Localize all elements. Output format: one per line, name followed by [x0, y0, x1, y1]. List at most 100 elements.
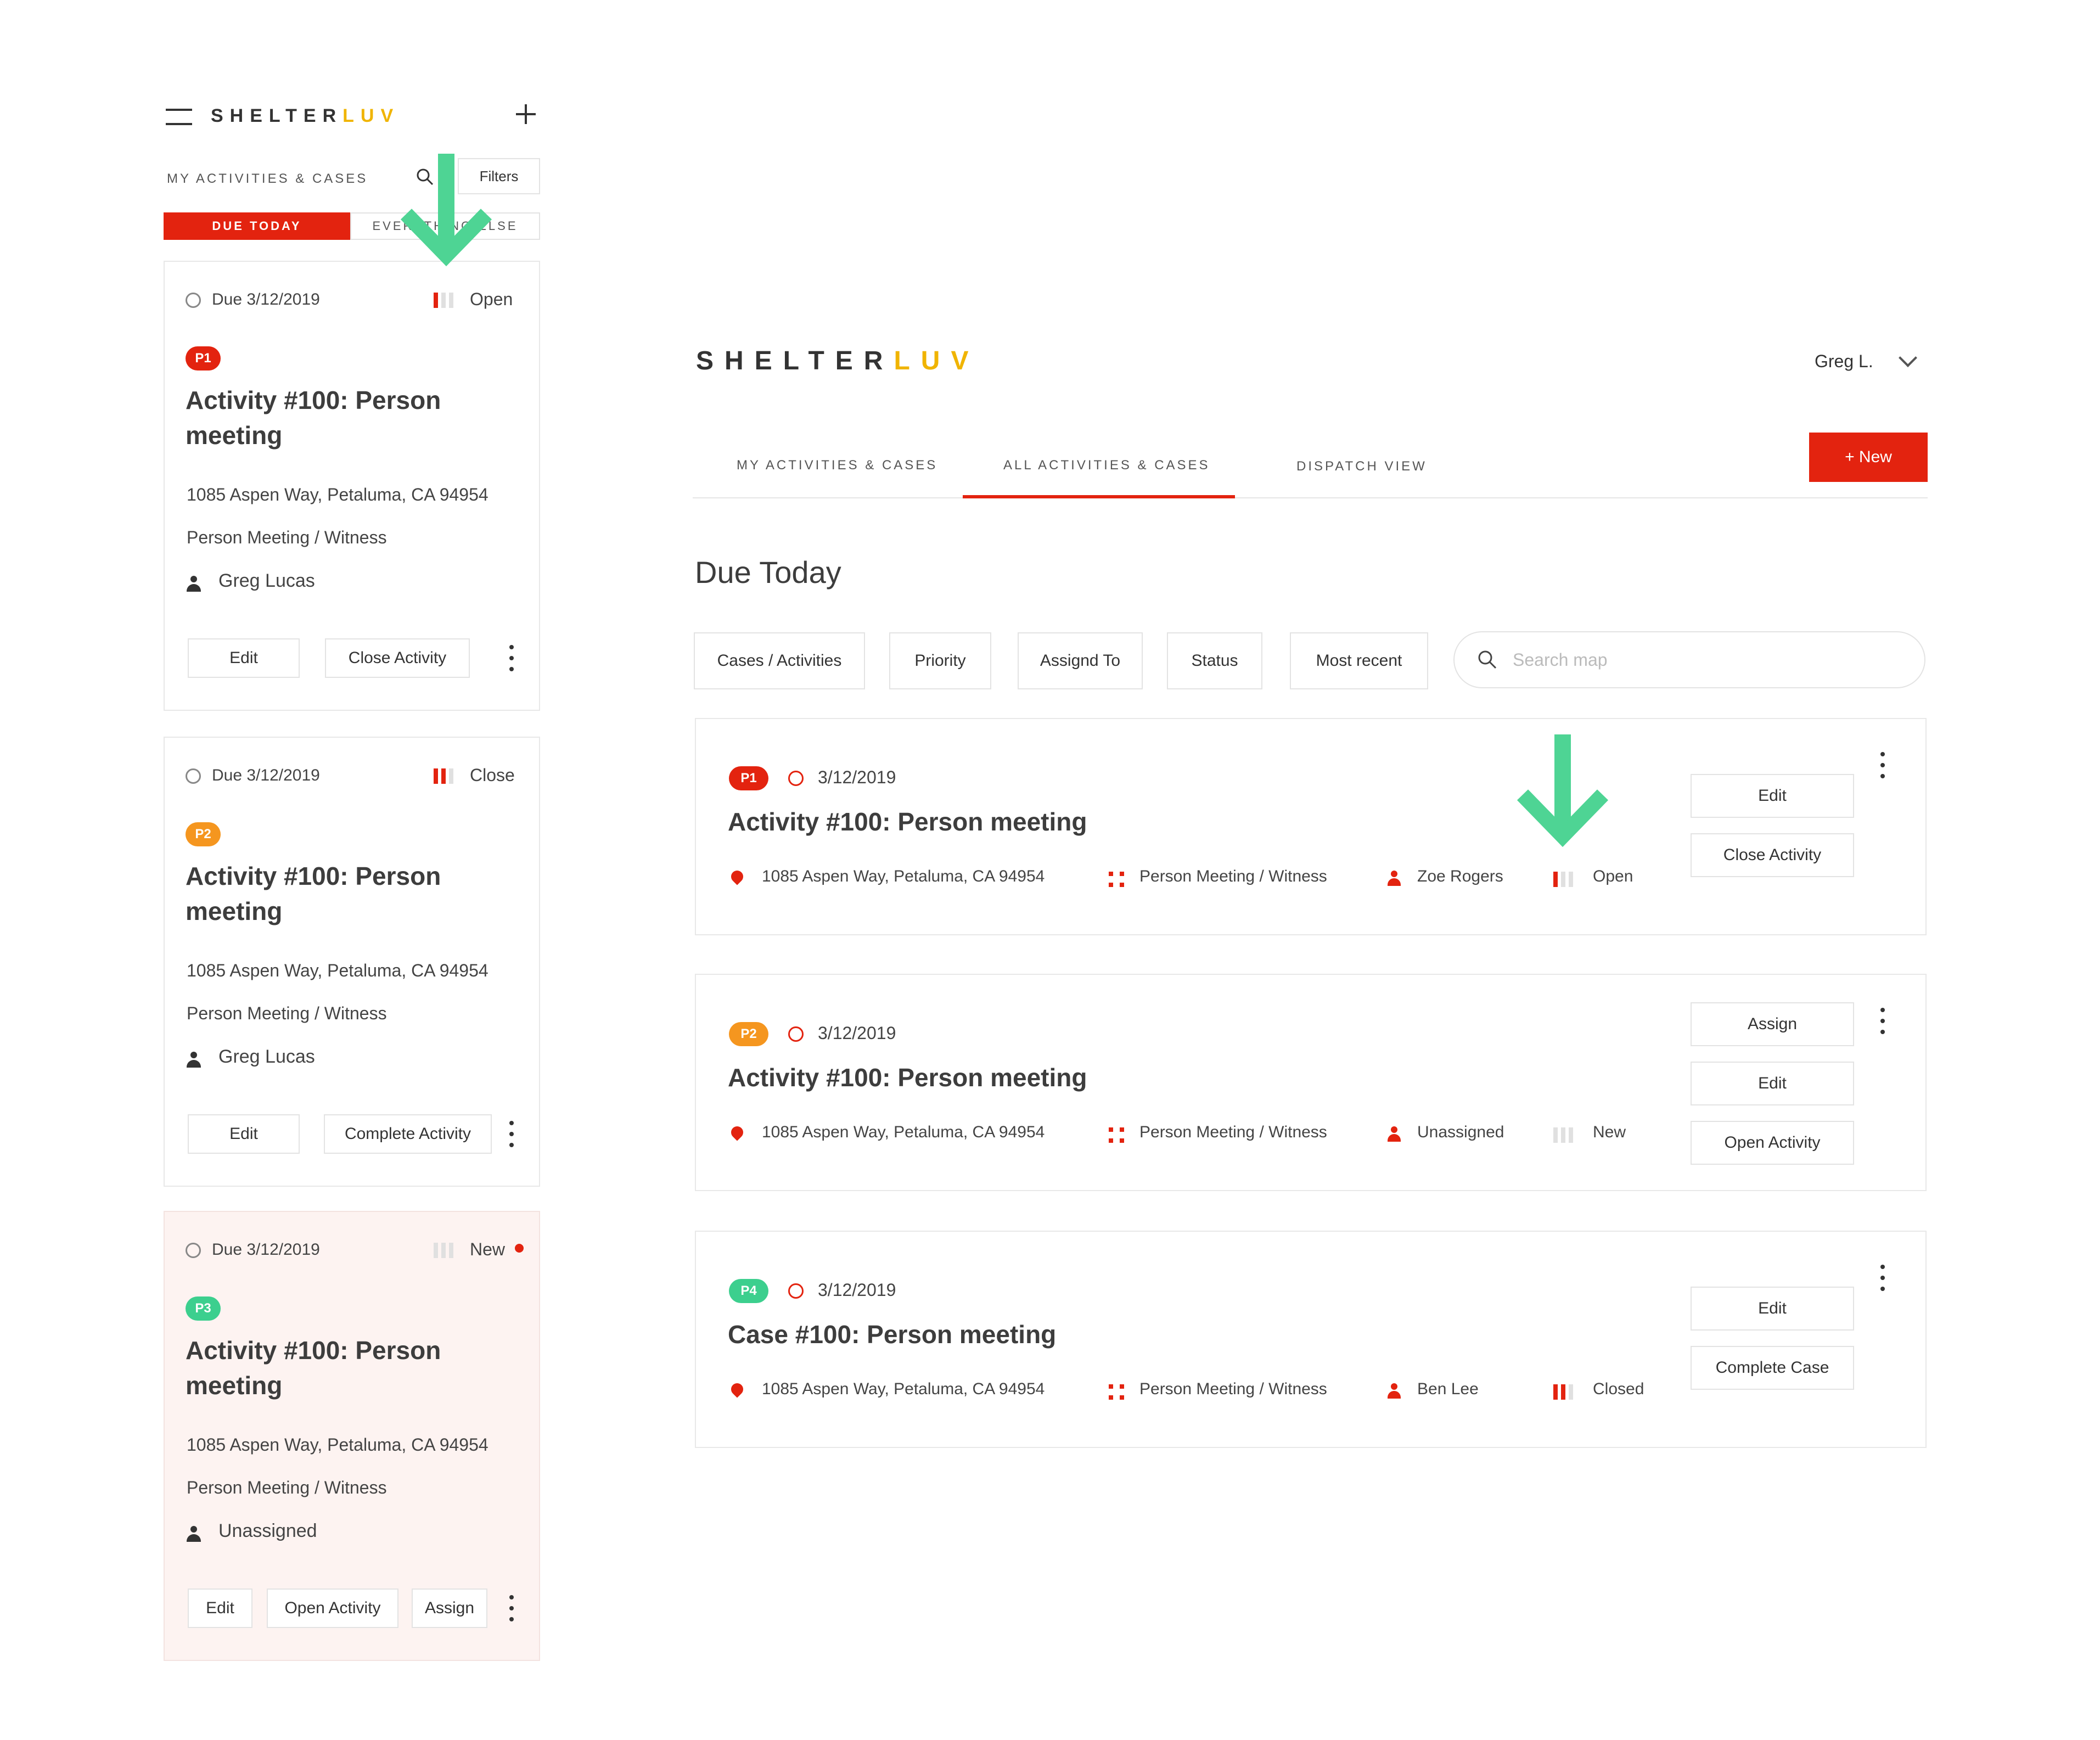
due-date: 3/12/2019 — [818, 1280, 896, 1300]
new-button[interactable]: + New — [1809, 433, 1928, 482]
more-menu-icon[interactable] — [1876, 1004, 1889, 1037]
more-menu-icon[interactable] — [505, 1118, 518, 1150]
location-pin-icon — [728, 1380, 746, 1398]
clock-icon — [788, 1283, 804, 1299]
address: 1085 Aspen Way, Petaluma, CA 94954 — [187, 485, 488, 504]
row-title: Activity #100: Person meeting — [728, 807, 1087, 836]
activity-type: Person Meeting / Witness — [1139, 867, 1327, 885]
mobile-card[interactable]: Due 3/12/2019 Close P2 Activity #100: Pe… — [164, 737, 540, 1187]
person-icon — [187, 1052, 201, 1068]
more-menu-icon[interactable] — [505, 642, 518, 675]
annotation-arrow — [400, 154, 492, 267]
person-icon — [1388, 1383, 1401, 1399]
row-title: Activity #100: Person meeting — [728, 1063, 1087, 1092]
user-menu-label[interactable]: Greg L. — [1815, 351, 1873, 372]
status-bars-icon — [434, 768, 456, 784]
priority-badge: P1 — [729, 766, 768, 790]
assign-button[interactable]: Assign — [1691, 1002, 1854, 1046]
more-menu-icon[interactable] — [1876, 749, 1889, 782]
tab-due-today[interactable]: DUE TODAY — [164, 212, 350, 240]
active-tab-underline — [963, 495, 1235, 498]
assignee: Ben Lee — [1417, 1380, 1479, 1398]
activity-type: Person Meeting / Witness — [1139, 1123, 1327, 1141]
brand-logo: SHELTERLUV — [696, 346, 980, 375]
activity-row[interactable]: P4 3/12/2019 Case #100: Person meeting 1… — [695, 1231, 1927, 1448]
status-bars-icon — [434, 293, 456, 308]
address: 1085 Aspen Way, Petaluma, CA 94954 — [762, 867, 1045, 885]
priority-badge: P3 — [186, 1296, 221, 1321]
edit-button[interactable]: Edit — [188, 1114, 300, 1154]
activity-row[interactable]: P2 3/12/2019 Activity #100: Person meeti… — [695, 974, 1927, 1191]
due-date: Due 3/12/2019 — [212, 290, 320, 308]
tab-all-activities[interactable]: ALL ACTIVITIES & CASES — [1003, 458, 1210, 473]
chevron-down-icon[interactable] — [1899, 349, 1917, 367]
activity-type: Person Meeting / Witness — [187, 1003, 387, 1023]
more-menu-icon[interactable] — [505, 1592, 518, 1625]
new-indicator-dot — [515, 1244, 524, 1253]
search-placeholder: Search map — [1513, 650, 1608, 670]
filter-priority[interactable]: Priority — [889, 632, 991, 689]
address: 1085 Aspen Way, Petaluma, CA 94954 — [762, 1380, 1045, 1398]
clock-icon — [186, 768, 201, 784]
card-title: Activity #100: Person meeting — [186, 386, 441, 450]
open-activity-button[interactable]: Open Activity — [1691, 1121, 1854, 1165]
close-activity-button[interactable]: Close Activity — [1691, 833, 1854, 877]
edit-button[interactable]: Edit — [188, 1589, 252, 1628]
due-date: Due 3/12/2019 — [212, 1241, 320, 1259]
status-bars-icon — [434, 1243, 456, 1258]
priority-badge: P1 — [186, 346, 221, 371]
type-dots-icon — [1109, 1127, 1124, 1143]
tab-label: DUE TODAY — [212, 219, 302, 233]
complete-activity-button[interactable]: Complete Activity — [324, 1114, 492, 1154]
person-icon — [187, 576, 201, 592]
person-icon — [1388, 871, 1401, 886]
close-activity-button[interactable]: Close Activity — [325, 638, 470, 678]
search-map-field[interactable]: Search map — [1453, 631, 1925, 688]
mobile-card[interactable]: Due 3/12/2019 Open P1 Activity #100: Per… — [164, 261, 540, 711]
priority-badge: P2 — [729, 1022, 768, 1046]
menu-icon[interactable] — [166, 109, 192, 125]
clock-icon — [788, 1026, 804, 1042]
more-menu-icon[interactable] — [1876, 1261, 1889, 1294]
edit-button[interactable]: Edit — [1691, 1287, 1854, 1331]
open-activity-button[interactable]: Open Activity — [267, 1589, 398, 1628]
clock-icon — [186, 293, 201, 308]
address: 1085 Aspen Way, Petaluma, CA 94954 — [762, 1123, 1045, 1141]
filter-assigned-to[interactable]: Assignd To — [1018, 632, 1143, 689]
status-text: New — [1593, 1123, 1626, 1141]
row-title: Case #100: Person meeting — [728, 1320, 1057, 1349]
activity-type: Person Meeting / Witness — [187, 527, 387, 547]
complete-case-button[interactable]: Complete Case — [1691, 1346, 1854, 1390]
person-icon — [1388, 1126, 1401, 1142]
status-bars-icon — [1553, 1127, 1575, 1143]
type-dots-icon — [1109, 1384, 1124, 1400]
due-date: 3/12/2019 — [818, 1023, 896, 1043]
filter-most-recent[interactable]: Most recent — [1290, 632, 1428, 689]
location-pin-icon — [728, 1124, 746, 1141]
edit-button[interactable]: Edit — [1691, 1062, 1854, 1105]
clock-icon — [788, 771, 804, 786]
status-text: Closed — [1593, 1380, 1644, 1398]
tab-divider — [693, 497, 1928, 498]
edit-button[interactable]: Edit — [1691, 774, 1854, 818]
plus-icon[interactable] — [516, 104, 536, 124]
tab-my-activities[interactable]: MY ACTIVITIES & CASES — [737, 458, 937, 473]
filter-cases-activities[interactable]: Cases / Activities — [694, 632, 865, 689]
priority-badge: P2 — [186, 822, 221, 846]
assignee: Zoe Rogers — [1417, 867, 1503, 885]
mobile-card[interactable]: Due 3/12/2019 New P3 Activity #100: Pers… — [164, 1211, 540, 1661]
assign-button[interactable]: Assign — [412, 1589, 487, 1628]
location-pin-icon — [728, 868, 746, 885]
filter-status[interactable]: Status — [1167, 632, 1262, 689]
person-icon — [187, 1526, 201, 1542]
priority-badge: P4 — [729, 1279, 768, 1303]
status-text: Open — [470, 289, 513, 309]
due-date: Due 3/12/2019 — [212, 766, 320, 784]
status-bars-icon — [1553, 872, 1575, 887]
tab-dispatch-view[interactable]: DISPATCH VIEW — [1296, 459, 1427, 474]
address: 1085 Aspen Way, Petaluma, CA 94954 — [187, 1435, 488, 1455]
activity-row[interactable]: P1 3/12/2019 Activity #100: Person meeti… — [695, 718, 1927, 935]
search-icon — [1476, 649, 1498, 671]
assignee: Unassigned — [1417, 1123, 1504, 1141]
edit-button[interactable]: Edit — [188, 638, 300, 678]
